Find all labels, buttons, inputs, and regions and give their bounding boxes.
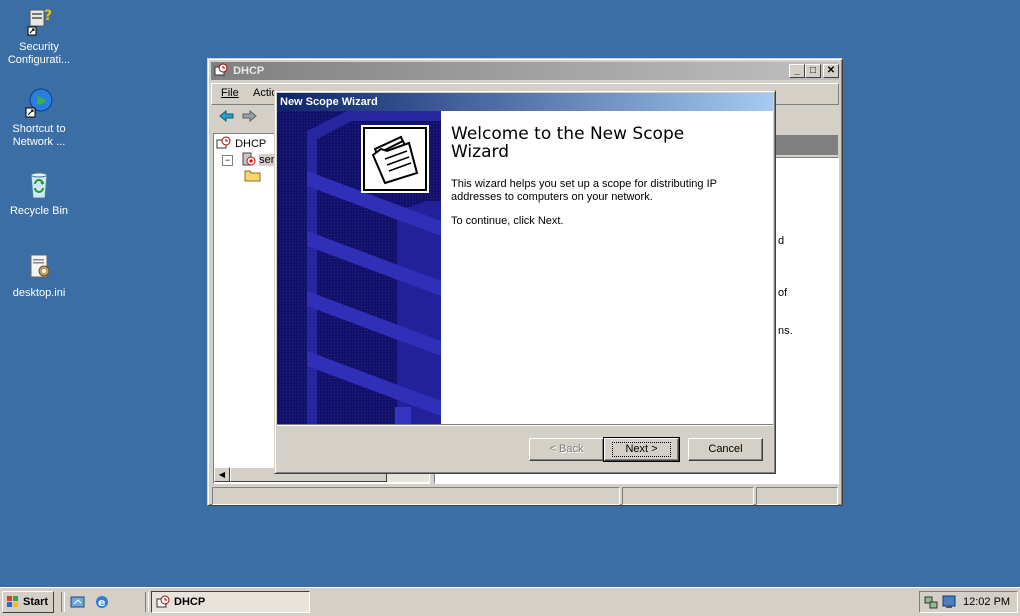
details-text-fragment: d [778,235,785,247]
wizard-heading: Welcome to the New Scope Wizard [451,124,685,162]
tree-label-dhcp: DHCP [235,138,267,150]
wizard-instruction: To continue, click Next. [451,215,564,227]
close-button[interactable]: ✕ [823,64,839,78]
desktop-icon-desktop-ini[interactable]: desktop.ini [2,250,76,300]
task-separator [145,592,149,612]
wizard-description: This wizard helps you set up a scope for… [451,178,717,203]
folder-icon [244,170,262,185]
desktop-icon-network-shortcut[interactable]: Shortcut to Network ... [2,86,76,149]
start-button[interactable]: Start [2,591,54,613]
windows-logo-icon [6,595,20,616]
collapse-icon[interactable]: − [222,155,233,166]
dhcp-task-icon [156,595,170,616]
tree-item-folder[interactable] [244,168,262,185]
new-scope-wizard-dialog[interactable]: New Scope Wizard Welcome to the New Scop… [274,90,776,474]
next-button[interactable]: Next > [603,437,680,462]
wizard-title: New Scope Wizard [280,96,378,108]
back-button[interactable]: < Back [529,438,604,461]
menu-file[interactable]: File [221,87,239,99]
status-panel-3 [756,487,838,505]
dhcp-title-bar[interactable]: DHCP [211,62,839,80]
network-globe-icon [22,86,56,120]
svg-text:?: ? [44,8,52,24]
details-text-fragment: ns. [778,325,793,337]
desktop-icon-label: Recycle Bin [9,205,69,217]
security-configuration-icon: ? [22,4,56,38]
status-panel-2 [622,487,754,505]
desktop-icon-label: Security Configurati... [7,41,71,66]
taskbar-item-dhcp[interactable]: DHCP [151,591,310,613]
maximize-button[interactable]: □ [805,64,821,78]
recycle-bin-icon [22,168,56,202]
back-arrow-icon[interactable] [219,109,235,126]
forward-arrow-icon[interactable] [241,109,257,126]
details-text-fragment: of [778,287,788,299]
svg-text:e: e [98,596,105,609]
wizard-separator [277,424,773,426]
network-tray-icon[interactable] [923,594,939,613]
internet-explorer-icon[interactable]: e [94,594,110,613]
taskbar-item-label: DHCP [174,596,206,608]
quick-launch-separator [61,592,65,612]
desktop-icon-security-configuration[interactable]: ? Security Configurati... [2,4,76,67]
minimize-button[interactable]: _ [789,64,805,78]
cancel-button[interactable]: Cancel [688,438,763,461]
dhcp-title: DHCP [233,65,265,77]
tree-item-server[interactable]: − serv [222,152,280,168]
next-button-label: Next > [612,442,671,457]
wizard-folders-graphic [363,127,427,191]
desktop-icon-label: desktop.ini [12,287,66,299]
desktop-icon-label: Shortcut to Network ... [12,123,66,148]
system-tray: 12:02 PM [919,591,1018,613]
wizard-title-bar[interactable]: New Scope Wizard [277,93,773,111]
folders-icon [371,135,419,185]
tree-item-dhcp[interactable]: DHCP [216,136,266,152]
desktop-icon-recycle-bin[interactable]: Recycle Bin [2,168,76,218]
monitor-tray-icon[interactable] [941,594,957,613]
details-pane-header [776,135,838,155]
settings-file-icon [22,250,56,284]
start-label: Start [23,596,49,608]
scroll-left-button[interactable]: ◀ [214,467,230,482]
wizard-body: Welcome to the New Scope Wizard This wiz… [277,111,773,424]
show-desktop-icon[interactable] [70,594,86,613]
taskbar: Start e DHCP 12:02 PM [0,587,1020,616]
wizard-side-art [277,111,441,424]
dhcp-app-icon [214,63,228,77]
clock[interactable]: 12:02 PM [963,596,1010,608]
status-panel-1 [212,487,620,505]
